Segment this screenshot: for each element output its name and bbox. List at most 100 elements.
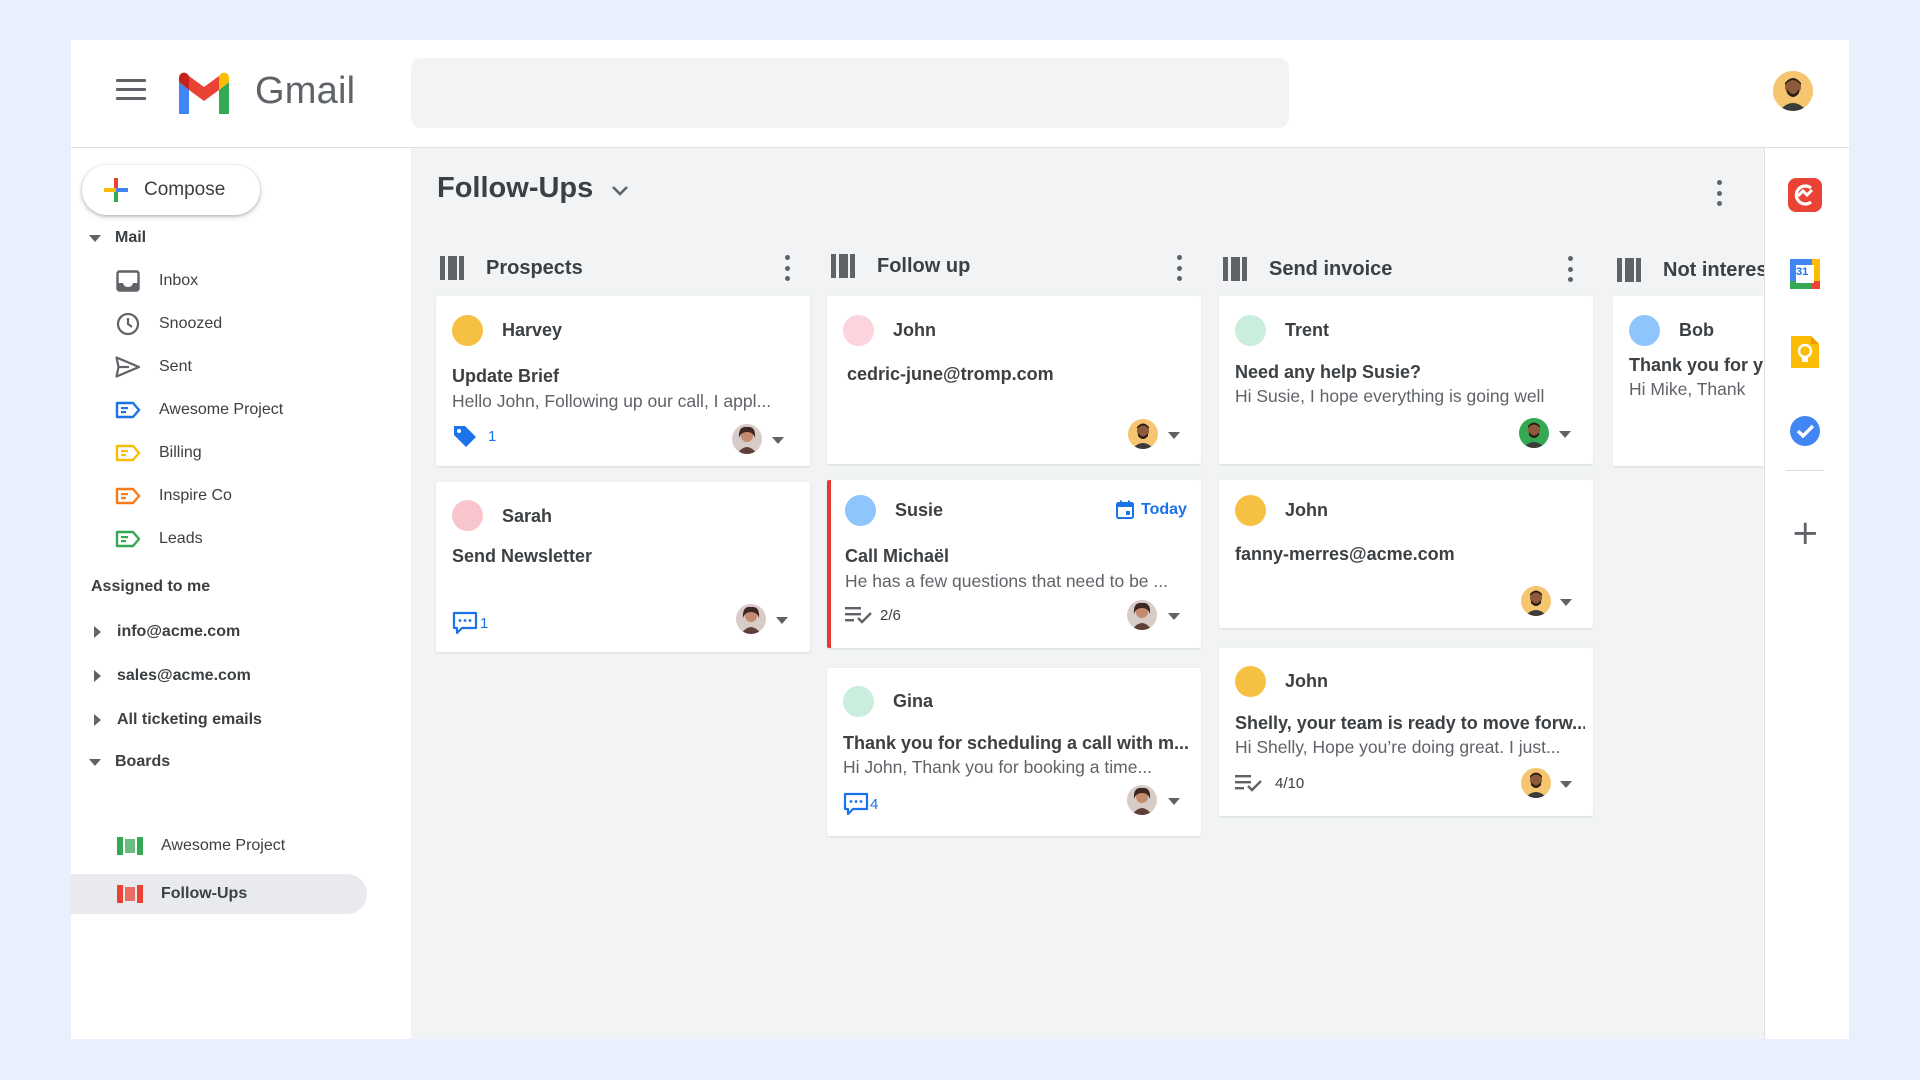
shared-inbox-label: sales@acme.com xyxy=(117,667,251,684)
card-preview: Hi John, Thank you for booking a time... xyxy=(843,757,1153,777)
collapse-caret-icon xyxy=(89,234,101,242)
card-subject: Thank you for y xyxy=(1629,355,1764,375)
assignee-avatar[interactable] xyxy=(1127,600,1157,630)
card-contact: John xyxy=(893,320,936,340)
streak-app-button[interactable] xyxy=(1786,176,1824,214)
column-header[interactable]: Not interes xyxy=(1613,250,1773,290)
assignee-avatar[interactable] xyxy=(1127,785,1157,815)
column-header[interactable]: Follow up xyxy=(827,246,1201,286)
assignee-dropdown-icon[interactable] xyxy=(1560,599,1572,606)
sidebar-item-leads[interactable]: Leads xyxy=(115,524,203,554)
shared-inbox-sales[interactable]: sales@acme.com xyxy=(91,667,251,685)
assignee-dropdown-icon[interactable] xyxy=(1168,432,1180,439)
assignee-avatar[interactable] xyxy=(1128,419,1158,449)
calendar-icon xyxy=(1116,500,1134,519)
sidebar-board-awesome-project[interactable]: Awesome Project xyxy=(117,831,285,861)
assigned-to-me-header[interactable]: Assigned to me xyxy=(91,578,210,596)
tasks-app-button[interactable] xyxy=(1786,412,1824,450)
shared-inbox-ticketing[interactable]: All ticketing emails xyxy=(91,711,262,729)
due-date-label: Today xyxy=(1141,501,1187,518)
board-title: Follow-Ups xyxy=(437,172,594,204)
calendar-app-button[interactable]: 31 xyxy=(1786,255,1824,293)
board-icon xyxy=(117,882,143,906)
board-label: Follow-Ups xyxy=(161,885,248,902)
assigned-label: Assigned to me xyxy=(91,578,211,595)
sidebar-item-awesome-project[interactable]: Awesome Project xyxy=(115,395,283,425)
compose-button[interactable]: Compose xyxy=(82,165,260,215)
assignee-avatar[interactable] xyxy=(736,604,766,634)
column-header[interactable]: Prospects xyxy=(436,248,810,288)
expand-caret-icon xyxy=(94,670,101,682)
rail-divider xyxy=(1786,470,1824,471)
column-more-icon[interactable] xyxy=(1565,256,1575,282)
card-meta: 4/10 xyxy=(1235,774,1304,792)
person-avatar-icon xyxy=(1127,600,1157,630)
assignee-dropdown-icon[interactable] xyxy=(1559,431,1571,438)
boards-section-header[interactable]: Boards xyxy=(89,753,170,771)
inbox-icon xyxy=(115,269,141,293)
label-icon xyxy=(115,441,141,465)
due-date-badge[interactable]: Today xyxy=(1115,500,1187,520)
assignee-avatar[interactable] xyxy=(1521,768,1551,798)
sidebar-item-sent[interactable]: Sent xyxy=(115,352,192,382)
assignee-dropdown-icon[interactable] xyxy=(1168,798,1180,805)
checklist-icon xyxy=(1235,775,1262,792)
card-subject: Thank you for scheduling a call with m..… xyxy=(843,733,1190,753)
card[interactable]: Bob Thank you for y Hi Mike, Thank xyxy=(1613,296,1773,466)
keep-app-button[interactable] xyxy=(1786,333,1824,371)
column-icon xyxy=(440,256,464,280)
card[interactable]: Susie Today Call Michaël He has a few qu… xyxy=(827,480,1201,648)
search-input[interactable] xyxy=(411,58,1289,128)
card[interactable]: John Shelly, your team is ready to move … xyxy=(1219,648,1593,816)
column-icon xyxy=(1617,258,1641,282)
card-subject: Send Newsletter xyxy=(452,546,593,566)
card-preview: Hello John, Following up our call, I app… xyxy=(452,391,772,411)
contact-dot xyxy=(1235,495,1266,526)
sidebar-item-billing[interactable]: Billing xyxy=(115,438,202,468)
tag-icon xyxy=(454,426,476,447)
shared-inbox-info[interactable]: info@acme.com xyxy=(91,623,240,641)
column-header[interactable]: Send invoice xyxy=(1219,249,1593,289)
card[interactable]: Sarah Send Newsletter 1 xyxy=(436,482,810,652)
assignee-avatar[interactable] xyxy=(1519,418,1549,448)
mail-section-header[interactable]: Mail xyxy=(89,229,146,247)
person-avatar-icon xyxy=(736,604,766,634)
add-addon-icon[interactable]: + xyxy=(1791,516,1820,550)
card-meta: 4 xyxy=(843,791,878,817)
card[interactable]: Gina Thank you for scheduling a call wit… xyxy=(827,668,1201,836)
account-avatar[interactable] xyxy=(1773,71,1813,111)
mail-section-label: Mail xyxy=(115,229,147,246)
sidebar-item-snoozed[interactable]: Snoozed xyxy=(115,309,222,339)
board-icon xyxy=(117,834,143,858)
sidebar-item-inspire-co[interactable]: Inspire Co xyxy=(115,481,232,511)
contact-dot xyxy=(843,315,874,346)
assignee-dropdown-icon[interactable] xyxy=(776,617,788,624)
plus-icon xyxy=(104,178,128,202)
send-icon xyxy=(115,355,141,379)
column-more-icon[interactable] xyxy=(1174,255,1184,281)
sidebar-board-follow-ups[interactable]: Follow-Ups xyxy=(117,879,247,909)
assignee-dropdown-icon[interactable] xyxy=(1560,781,1572,788)
column-more-icon[interactable] xyxy=(782,255,792,281)
assignee-dropdown-icon[interactable] xyxy=(772,437,784,444)
sidebar-item-label: Leads xyxy=(159,530,203,547)
card[interactable]: John fanny-merres@acme.com xyxy=(1219,480,1593,628)
assignee-avatar[interactable] xyxy=(732,424,762,454)
card-contact: John xyxy=(1285,671,1328,691)
shared-inbox-label: info@acme.com xyxy=(117,623,241,640)
card[interactable]: John cedric-june@tromp.com xyxy=(827,296,1201,464)
main-menu-icon[interactable] xyxy=(116,79,146,101)
card[interactable]: Harvey Update Brief Hello John, Followin… xyxy=(436,296,810,466)
person-avatar-icon xyxy=(732,424,762,454)
column-not-interested: Not interes Bob Thank you for y Hi Mike,… xyxy=(1613,148,1773,1039)
gmail-window: Gmail Compose Mail Inbox Snoozed Sent Aw… xyxy=(71,40,1849,1039)
assignee-dropdown-icon[interactable] xyxy=(1168,613,1180,620)
assignee-avatar[interactable] xyxy=(1521,586,1551,616)
sidebar-item-inbox[interactable]: Inbox xyxy=(115,266,198,296)
card-meta-count: 4/10 xyxy=(1275,774,1305,792)
contact-dot xyxy=(1235,666,1266,697)
board-title-dropdown[interactable]: Follow-Ups xyxy=(437,172,629,205)
board-view: Follow-Ups Prospects Harvey Update Brief… xyxy=(411,148,1778,1039)
card[interactable]: Trent Need any help Susie? Hi Susie, I h… xyxy=(1219,296,1593,464)
streak-icon xyxy=(1788,178,1822,212)
